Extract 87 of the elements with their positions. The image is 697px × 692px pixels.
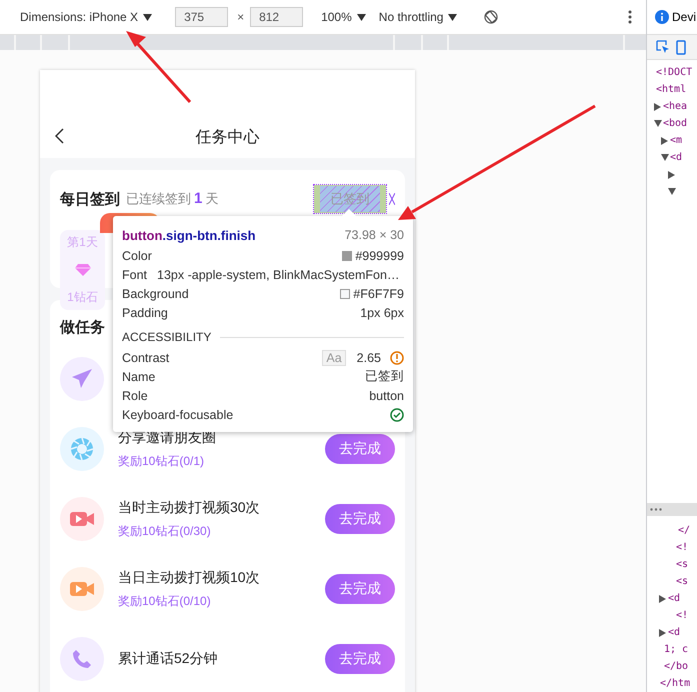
video-camera-icon bbox=[70, 580, 94, 598]
code-line: <s bbox=[676, 559, 688, 570]
device-dropdown[interactable]: Dimensions: iPhone X bbox=[20, 10, 138, 24]
reward-label: 1钻石 bbox=[67, 289, 98, 306]
property-label: Role bbox=[122, 388, 148, 402]
caret-icon bbox=[143, 14, 152, 20]
property-label: Font bbox=[122, 268, 148, 282]
property-label: Name bbox=[122, 370, 156, 384]
caret-icon bbox=[356, 14, 366, 20]
throttling-dropdown[interactable]: No throttling bbox=[378, 10, 444, 24]
property-label: Padding bbox=[122, 306, 168, 320]
collapsed-triangle-icon[interactable] bbox=[668, 170, 675, 178]
contrast-sample: Aa bbox=[322, 350, 346, 366]
code-line: <m bbox=[670, 135, 682, 146]
property-value: #F6F7F9 bbox=[353, 286, 404, 300]
element-classes: .sign-btn.finish bbox=[162, 228, 256, 242]
streak-text: 已连续签到 1 天 bbox=[126, 190, 218, 208]
page-title: 任务中心 bbox=[196, 128, 260, 148]
task-reward: 奖励10钻石(0/1) bbox=[118, 452, 206, 470]
collapsed-triangle-icon[interactable] bbox=[654, 102, 661, 110]
signin-title: 每日签到 bbox=[60, 190, 120, 208]
code-line: 1; c bbox=[664, 644, 688, 655]
collapsed-triangle-icon[interactable] bbox=[659, 594, 666, 602]
expanded-triangle-icon[interactable] bbox=[654, 120, 662, 127]
code-line: <d bbox=[670, 152, 682, 163]
property-label: Background bbox=[122, 286, 189, 300]
code-line: <! bbox=[676, 610, 688, 621]
property-value: 2.65 bbox=[356, 350, 381, 364]
code-line: </ bbox=[678, 525, 690, 536]
complete-button[interactable]: 去完成 bbox=[325, 504, 395, 534]
task-title: 累计通话52分钟 bbox=[118, 650, 218, 668]
property-value: 1px 6px bbox=[360, 306, 404, 320]
code-line: <bod bbox=[663, 118, 688, 129]
code-line: </htm bbox=[660, 678, 690, 689]
info-icon bbox=[655, 10, 669, 24]
close-icon[interactable] bbox=[389, 193, 395, 205]
caret-icon bbox=[448, 14, 458, 20]
inspect-icon[interactable] bbox=[656, 40, 670, 54]
section-heading: ACCESSIBILITY bbox=[122, 330, 212, 344]
code-line: <!DOCT bbox=[656, 67, 692, 78]
complete-button[interactable]: 去完成 bbox=[325, 644, 395, 674]
code-line: <! bbox=[676, 542, 688, 553]
property-label: Keyboard-focusable bbox=[122, 408, 234, 422]
expanded-triangle-icon[interactable] bbox=[661, 154, 669, 161]
tasks-title: 做任务 bbox=[60, 318, 105, 338]
task-reward: 奖励10钻石(0/30) bbox=[118, 522, 212, 540]
code-line: <d bbox=[668, 627, 680, 638]
property-value: 13px -apple-system, BlinkMacSystemFon… bbox=[157, 268, 400, 282]
back-icon[interactable] bbox=[55, 128, 64, 144]
paper-plane-icon bbox=[71, 368, 93, 390]
code-line: </bo bbox=[664, 661, 688, 672]
diamond-icon bbox=[74, 264, 90, 276]
task-title: 当日主动拨打视频10次 bbox=[118, 568, 260, 586]
rotate-icon[interactable] bbox=[484, 10, 498, 24]
task-reward: 奖励10钻石(0/10) bbox=[118, 592, 212, 610]
phone-icon bbox=[72, 649, 92, 669]
device-toolbar-icon[interactable] bbox=[676, 40, 686, 54]
property-value: #999999 bbox=[355, 248, 404, 262]
collapsed-triangle-icon[interactable] bbox=[659, 628, 666, 636]
collapsed-triangle-icon[interactable] bbox=[661, 136, 668, 144]
task-title: 当时主动拨打视频30次 bbox=[118, 498, 260, 516]
complete-button[interactable]: 去完成 bbox=[325, 434, 395, 464]
annotation-arrow bbox=[126, 31, 192, 103]
video-camera-icon bbox=[70, 510, 94, 528]
zoom-dropdown[interactable]: 100% bbox=[321, 10, 352, 24]
expanded-triangle-icon[interactable] bbox=[668, 188, 676, 195]
code-line: <html bbox=[656, 84, 686, 95]
panel-tab[interactable]: Devi bbox=[672, 10, 696, 24]
height-input[interactable]: 812 bbox=[250, 7, 304, 27]
code-line: <s bbox=[676, 576, 688, 587]
more-menu-icon[interactable] bbox=[628, 10, 632, 24]
element-size: 73.98 × 30 bbox=[344, 228, 404, 242]
width-input[interactable]: 375 bbox=[175, 7, 228, 27]
warning-icon bbox=[390, 350, 404, 364]
property-value: button bbox=[369, 388, 404, 402]
times-sign: × bbox=[237, 10, 244, 24]
check-icon bbox=[390, 408, 404, 422]
complete-button[interactable]: 去完成 bbox=[325, 574, 395, 604]
day-label: 第1天 bbox=[67, 234, 98, 251]
property-label: Color bbox=[122, 248, 152, 262]
element-tag: button bbox=[122, 228, 162, 242]
property-label: Contrast bbox=[122, 350, 170, 364]
property-value: 已签到 bbox=[365, 368, 404, 385]
drag-handle-icon[interactable] bbox=[650, 508, 662, 511]
code-line: <hea bbox=[663, 101, 688, 112]
code-line: <d bbox=[668, 593, 680, 604]
aperture-icon bbox=[70, 437, 94, 461]
